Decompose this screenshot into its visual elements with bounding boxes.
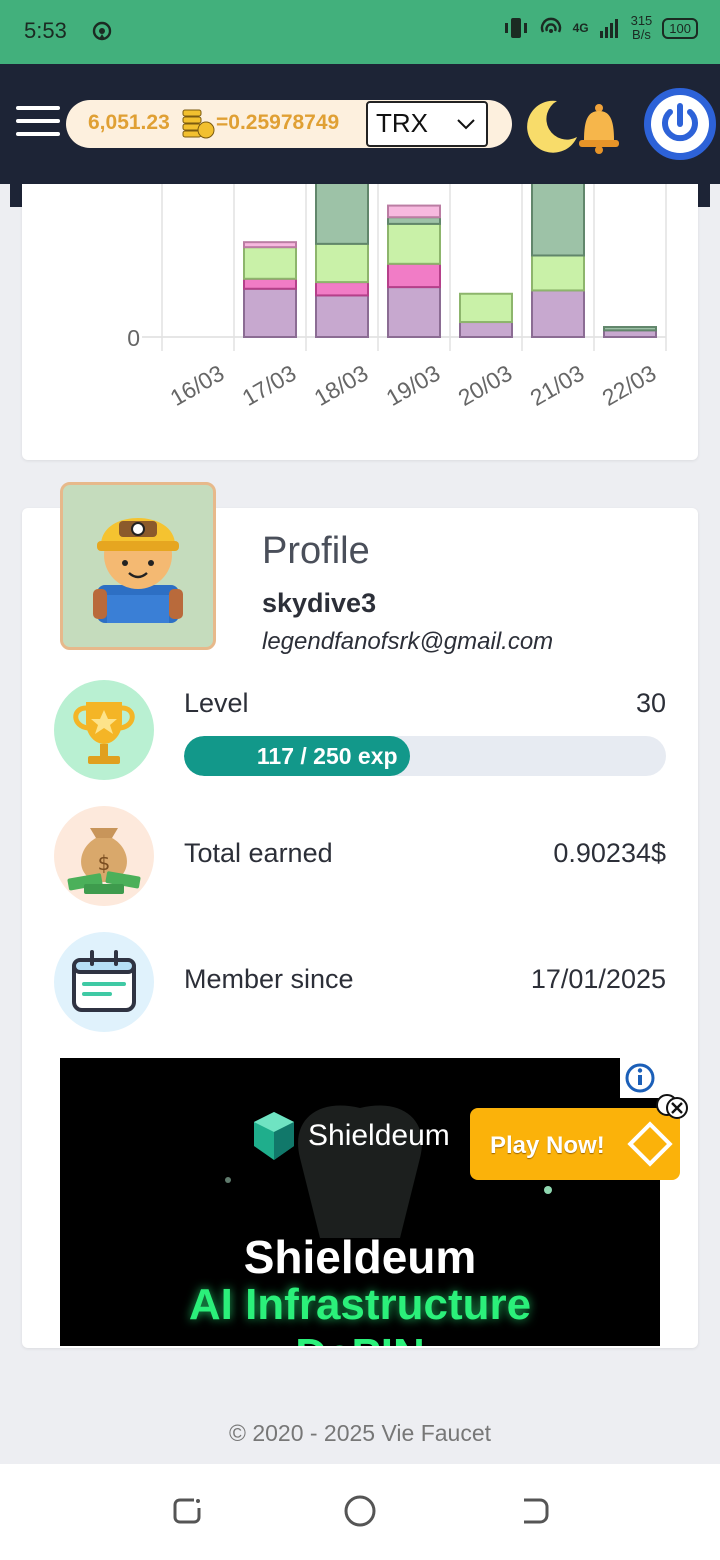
bar-segment	[387, 286, 441, 339]
bell-icon[interactable]	[574, 102, 624, 154]
hotspot-icon	[92, 21, 112, 41]
member-since-value: 17/01/2025	[530, 964, 666, 994]
total-earned-value: 0.90234$	[553, 838, 666, 868]
battery-indicator: 100	[662, 17, 698, 39]
x-tick-label: 22/03	[598, 360, 661, 411]
x-tick-label: 17/03	[238, 360, 301, 411]
recent-apps-icon[interactable]	[170, 1494, 204, 1528]
bar-segment	[387, 222, 441, 265]
level-progress-bar: 117 / 250 exp	[184, 736, 666, 776]
level-progress-text: 117 / 250 exp	[256, 742, 398, 769]
net-speed: 315 B/s	[631, 14, 653, 42]
bar-segment	[315, 294, 369, 338]
footer-copyright: © 2020 - 2025 Vie Faucet	[228, 1420, 492, 1446]
play-diamond-icon	[627, 1121, 673, 1167]
bar-segment	[243, 246, 297, 280]
ad-headline: Shieldeum	[243, 1231, 477, 1283]
trophy-icon	[73, 702, 135, 764]
profile-username: skydive3	[262, 588, 377, 618]
shieldeum-logo-icon	[254, 1112, 294, 1160]
currency-selected: TRX	[376, 108, 428, 138]
level-progress-fill: 117 / 250 exp	[184, 736, 410, 776]
back-icon[interactable]	[518, 1494, 552, 1528]
network-type: 4G	[572, 21, 589, 35]
miner-avatar-icon	[93, 518, 183, 623]
bar-segment	[315, 242, 369, 284]
bar-segment	[243, 287, 297, 338]
ad-brand: Shieldeum	[252, 1110, 450, 1162]
money-bag-icon: $	[67, 828, 141, 894]
ad-info-button[interactable]	[620, 1058, 660, 1098]
ad-subline: AI Infrastructure	[188, 1280, 532, 1329]
bar-segment	[387, 262, 441, 289]
money-bag-icon-badge: $	[54, 806, 154, 906]
ad-brand-name: Shieldeum	[308, 1119, 450, 1152]
ad-subline-2: DePIN	[60, 1330, 660, 1346]
home-icon[interactable]	[343, 1494, 377, 1528]
balance-amount: 6,051.23	[88, 111, 170, 134]
bar-segment	[459, 292, 513, 324]
avatar	[60, 482, 216, 650]
menu-icon[interactable]	[16, 106, 60, 140]
trophy-icon-badge	[54, 680, 154, 780]
bar-segment	[315, 184, 369, 245]
chevron-down-icon	[457, 119, 475, 130]
x-tick-label: 21/03	[526, 360, 589, 411]
profile-title: Profile	[262, 530, 370, 572]
bar-segment	[531, 184, 585, 257]
x-tick-label: 16/03	[166, 360, 229, 411]
bar-segment	[315, 281, 369, 297]
wifi-hotspot-icon	[540, 17, 561, 33]
y-tick-label: 0	[127, 325, 140, 351]
app-header: 6,051.23 =0.25978749 TRX	[0, 64, 720, 184]
calendar-icon-badge	[54, 932, 154, 1032]
total-earned-label: Total earned	[184, 838, 333, 868]
bar-segment	[459, 321, 513, 338]
level-label: Level	[184, 688, 249, 718]
earnings-chart: 0 10,000 16/0317/0318/0319/0320/0321/0322/…	[70, 184, 667, 411]
close-icon[interactable]	[655, 1093, 691, 1123]
net-speed-unit: B/s	[632, 27, 651, 42]
bar-segment	[243, 277, 297, 290]
profile-email: legendfanofsrk@gmail.com	[262, 628, 554, 655]
ad-play-now-button[interactable]: Play Now!	[470, 1108, 680, 1180]
x-tick-label: 20/03	[454, 360, 517, 411]
y-tick-label: 10,000	[70, 184, 140, 185]
bar-segment	[243, 241, 297, 249]
system-navigation-bar	[0, 1464, 720, 1560]
status-bar: 5:53 4G 315 B/s 100	[0, 0, 720, 64]
power-icon	[651, 95, 709, 153]
earnings-chart-card: 0 10,000 16/0317/0318/0319/0320/0321/0322/…	[22, 184, 698, 460]
power-button[interactable]	[640, 84, 720, 164]
bar-segment	[531, 289, 585, 338]
calendar-icon	[72, 950, 136, 1012]
coin-stack-icon	[182, 109, 215, 139]
status-time: 5:53	[24, 18, 67, 43]
x-tick-label: 18/03	[310, 360, 373, 411]
info-icon	[625, 1063, 655, 1093]
moon-icon[interactable]	[519, 97, 579, 157]
bar-segment	[387, 204, 441, 219]
x-tick-label: 19/03	[382, 360, 445, 411]
signal-icon	[599, 19, 618, 38]
ad-banner[interactable]: Shieldeum Shieldeum AI Infrastructure De…	[60, 1058, 660, 1346]
vibrate-icon	[504, 18, 527, 38]
net-speed-value: 315	[630, 13, 653, 28]
bar-segment	[531, 254, 585, 292]
bar-segment	[603, 326, 657, 332]
level-value: 30	[635, 688, 666, 718]
balance-pill: 6,051.23 =0.25978749 TRX	[66, 100, 512, 148]
ad-cta-label: Play Now!	[490, 1132, 605, 1159]
member-since-label: Member since	[184, 964, 354, 994]
balance-converted: =0.25978749	[216, 111, 340, 134]
currency-select[interactable]: TRX	[366, 101, 488, 147]
